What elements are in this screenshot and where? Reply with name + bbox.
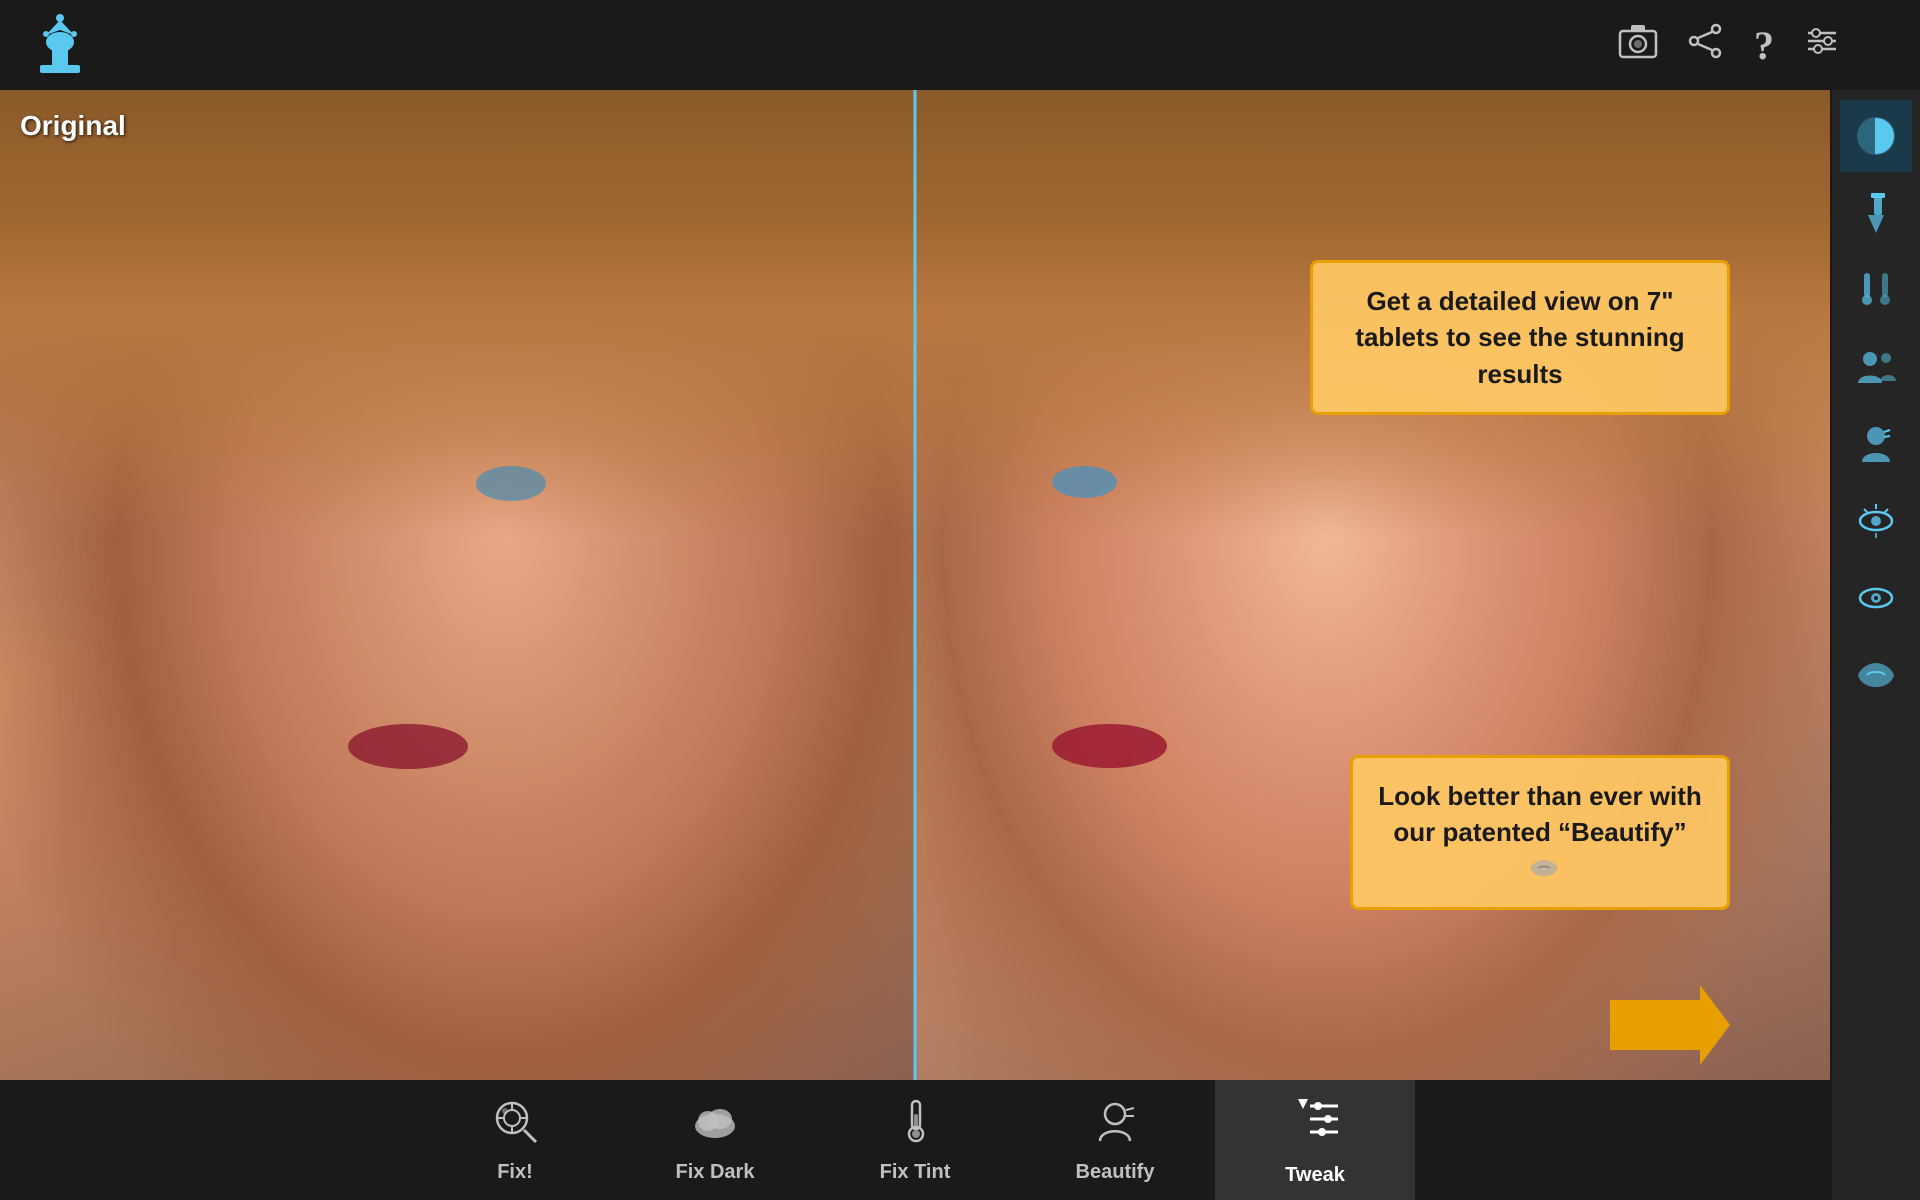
sidebar-item-lips[interactable] [1840,639,1912,711]
fix-dark-icon [690,1096,740,1153]
tooltip-tablet-info: Get a detailed view on 7" tablets to see… [1310,260,1730,415]
beautify-icon [1090,1096,1140,1153]
tool-fix-dark[interactable]: Fix Dark [615,1080,815,1200]
original-label: Original [20,110,126,142]
tweak-label: Tweak [1285,1164,1345,1187]
header: ? [0,0,1920,90]
image-container: Original Get a detailed view on 7" table… [0,90,1830,1080]
logo-area [0,0,120,90]
tool-fix[interactable]: Fix! [415,1080,615,1200]
fix-tint-label: Fix Tint [880,1161,951,1184]
right-sidebar [1830,90,1920,1200]
sidebar-item-face[interactable] [1840,408,1912,480]
sidebar-item-dropper[interactable] [1840,177,1912,249]
header-icons: ? [1618,22,1920,69]
sidebar-item-people[interactable] [1840,331,1912,403]
sidebar-item-eye[interactable] [1840,485,1912,557]
right-half-processed [915,90,1830,1080]
tooltip-top-text: Get a detailed view on 7" tablets to see… [1355,286,1684,389]
sidebar-item-split[interactable] [1840,100,1912,172]
bottom-toolbar: Fix! Fix Dark Fix Tint [0,1080,1830,1200]
tool-fix-tint[interactable]: Fix Tint [815,1080,1015,1200]
hair-left [0,90,915,536]
tool-tweak[interactable]: Tweak [1215,1080,1415,1200]
fix-icon [490,1096,540,1153]
fix-dark-label: Fix Dark [676,1161,755,1184]
tooltip-bottom-text: Look better than ever with our patented … [1378,781,1702,847]
tooltip-beautify-info: Look better than ever with our patented … [1350,755,1730,910]
fix-label: Fix! [497,1161,533,1184]
tool-beautify[interactable]: Beautify [1015,1080,1215,1200]
fix-tint-icon [890,1096,940,1153]
sidebar-item-temperature[interactable] [1840,254,1912,326]
app-logo [25,10,95,80]
camera-icon[interactable] [1618,23,1658,68]
beautify-label: Beautify [1076,1161,1155,1184]
sidebar-item-eye-detail[interactable] [1840,562,1912,634]
left-half-original [0,90,915,1080]
help-icon[interactable]: ? [1754,22,1774,69]
image-area: Original Get a detailed view on 7" table… [0,90,1830,1080]
settings-icon[interactable] [1804,23,1840,68]
lips-icon [1528,851,1560,887]
split-divider [914,90,917,1080]
arrow-indicator [1610,985,1730,1070]
tweak-icon [1288,1094,1343,1156]
share-icon[interactable] [1688,23,1724,68]
